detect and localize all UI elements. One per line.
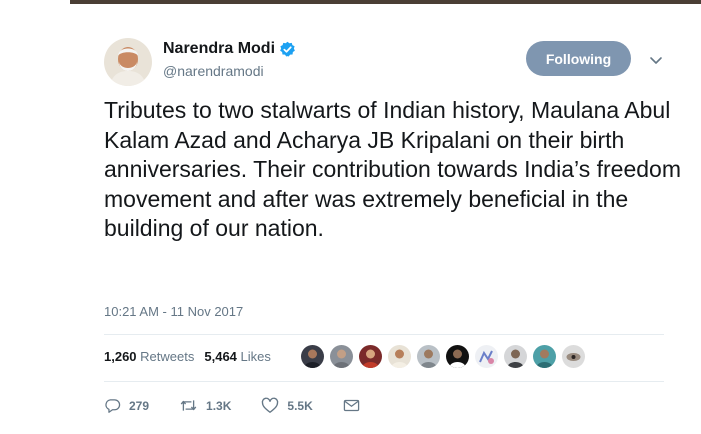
verified-badge-icon [279, 41, 296, 58]
reply-icon [104, 397, 121, 414]
author-handle[interactable]: @narendramodi [163, 63, 264, 79]
liker-avatar[interactable] [301, 345, 324, 368]
liker-avatar[interactable] [359, 345, 382, 368]
liker-avatar[interactable] [388, 345, 411, 368]
likes-label: Likes [240, 349, 271, 364]
retweet-button[interactable]: 1.3K [179, 397, 231, 414]
tweet-timestamp[interactable]: 10:21 AM - 11 Nov 2017 [104, 304, 243, 319]
direct-message-button[interactable] [343, 398, 360, 413]
following-button[interactable]: Following [526, 41, 631, 76]
divider [104, 334, 664, 335]
liker-avatar[interactable] [504, 345, 527, 368]
liker-avatar[interactable] [475, 345, 498, 368]
author-name-text: Narendra Modi [163, 40, 276, 57]
like-button[interactable]: 5.5K [261, 397, 313, 414]
retweets-stat[interactable]: 1,260 Retweets [104, 349, 194, 364]
retweets-label: Retweets [140, 349, 195, 364]
author-avatar[interactable] [104, 38, 152, 86]
author-name[interactable]: Narendra Modi [163, 40, 296, 58]
reply-count: 279 [129, 398, 150, 413]
chevron-down-icon[interactable] [648, 52, 664, 68]
like-count: 5.5K [287, 398, 313, 413]
divider [104, 381, 664, 382]
liker-avatar[interactable] [533, 345, 556, 368]
likes-stat[interactable]: 5,464 Likes [204, 349, 271, 364]
retweet-icon [179, 397, 198, 414]
likes-count: 5,464 [204, 349, 237, 364]
envelope-icon [343, 398, 360, 413]
reply-button[interactable]: 279 [104, 397, 149, 414]
liker-avatar[interactable] [330, 345, 353, 368]
liker-avatar[interactable] [417, 345, 440, 368]
retweets-count: 1,260 [104, 349, 137, 364]
heart-icon [261, 397, 279, 414]
top-divider [70, 0, 701, 4]
liker-avatars [301, 345, 585, 369]
liker-avatar[interactable] [562, 345, 585, 368]
retweet-count: 1.3K [206, 398, 232, 413]
tweet-text: Tributes to two stalwarts of Indian hist… [104, 97, 681, 241]
tweet-actions: 279 1.3K 5.5K [104, 397, 390, 414]
tweet-stats: 1,260 Retweets 5,464 Likes [104, 349, 271, 364]
liker-avatar[interactable] [446, 345, 469, 368]
